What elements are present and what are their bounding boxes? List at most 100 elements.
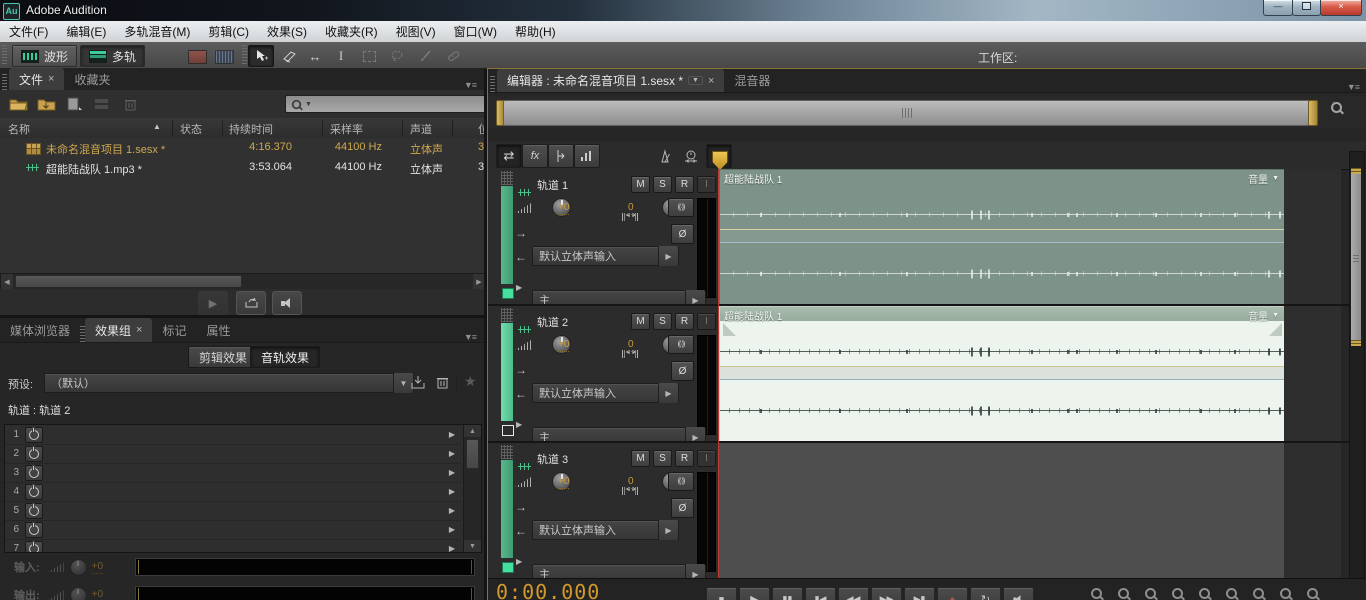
pan-value[interactable]: 0 [628,202,634,215]
track-minimize-box[interactable] [502,425,514,436]
tab-mixer[interactable]: 混音器 [724,69,780,92]
zoom-handle-bottom[interactable] [1351,340,1361,346]
column-divider[interactable] [222,120,223,136]
panel-menu-icon[interactable]: ▼≡ [464,80,476,90]
pan-envelope-line[interactable] [720,379,1285,380]
waveform-display-button[interactable] [211,46,237,68]
scrollbar-thumb[interactable] [15,275,242,288]
track3-empty-lane[interactable] [719,443,1284,578]
play-button[interactable]: ▶ [739,587,770,600]
editor-dropdown-icon[interactable]: ▼ [688,76,703,85]
favorite-star-icon[interactable]: ★ [464,373,477,390]
tab-markers[interactable]: 标记 [152,318,196,342]
col-duration[interactable]: 持续时间 [229,121,273,137]
scroll-down-icon[interactable]: ▼ [464,540,481,552]
mute-button[interactable]: M [631,313,650,330]
slot-menu-arrow-icon[interactable]: ▶ [449,525,455,534]
sum-to-mono-button[interactable]: ((·)) [668,198,694,217]
editor-vertical-scrollbar[interactable] [1349,151,1365,580]
rewind-button[interactable]: ◀◀ [838,587,869,600]
pan-envelope-line[interactable] [720,242,1285,243]
col-status[interactable]: 状态 [180,121,202,137]
slot-power-button[interactable] [25,446,43,462]
effect-slot-row[interactable]: 2▶ [5,444,461,464]
delete-preset-button[interactable] [430,372,454,392]
volume-value[interactable]: +0 [558,202,569,215]
column-divider[interactable] [172,120,173,136]
sum-to-mono-button[interactable]: ((·)) [668,472,694,491]
close-icon[interactable]: × [48,73,54,85]
waveform-view-button[interactable]: 波形 [12,45,77,67]
menu-favorites[interactable]: 收藏夹(R) [316,22,387,42]
zoom-handle-top[interactable] [1351,168,1361,174]
loop-playback-button[interactable]: ↻ [970,587,1001,600]
navigator-thumb[interactable] [503,100,1310,126]
track1-empty-area[interactable] [1284,169,1341,304]
menu-effects[interactable]: 效果(S) [258,22,316,42]
delete-file-button[interactable] [118,94,142,114]
phase-invert-button[interactable]: Ø [671,361,694,381]
ibeam-tool-button[interactable]: I [328,45,354,67]
auto-play-button[interactable] [236,291,266,315]
column-divider[interactable] [402,120,403,136]
files-search-input[interactable]: ▼ [285,95,484,113]
zoom-navigate-button[interactable]: ¦ [1331,102,1347,116]
effect-slot-row[interactable]: 3▶ [5,463,461,483]
scroll-right-icon[interactable]: ▶ [473,274,484,289]
track2-clip-selected[interactable]: 超能陆战队 1 音量▼ [719,306,1286,443]
menu-view[interactable]: 视图(V) [387,22,445,42]
automation-expand-icon[interactable]: ▶ [516,283,522,292]
close-icon[interactable]: × [708,75,714,87]
multitrack-view-button[interactable]: 多轨 [80,45,145,67]
track2-empty-area[interactable] [1284,306,1341,441]
sum-to-mono-button[interactable]: ((·)) [668,335,694,354]
marquee-tool-button[interactable] [356,45,382,67]
tab-properties[interactable]: 属性 [196,318,240,342]
column-divider[interactable] [322,120,323,136]
time-selection-tool-button[interactable]: ↔ [302,45,328,67]
track1-clip[interactable]: 超能陆战队 1 音量▼ [719,169,1286,306]
zoom-vertical-button[interactable] [1192,588,1216,599]
tab-files[interactable]: 文件 × [9,68,64,90]
track-effects-button[interactable]: 音轨效果 [250,346,320,368]
insert-into-multitrack-button[interactable] [90,94,114,114]
track3-color-strip[interactable] [501,445,513,576]
fx-toggle-button[interactable]: fx [522,144,548,168]
close-icon[interactable]: × [136,324,142,336]
column-divider[interactable] [452,120,453,136]
chevron-down-icon[interactable]: ▼ [1272,312,1279,319]
track-name[interactable]: 轨道 3 [537,451,568,467]
preset-dropdown[interactable]: （默认） ▼ [44,373,414,393]
scrollbar-thumb[interactable] [466,439,479,469]
time-display[interactable]: 0:00.000 [496,580,600,600]
save-preset-button[interactable] [406,372,430,392]
volume-value[interactable]: +0 [558,339,569,352]
mute-button[interactable]: M [631,450,650,467]
zoom-out-horizontal-button[interactable] [1165,588,1189,599]
menu-multitrack[interactable]: 多轨混音(M) [115,22,199,42]
zoom-out-point-button[interactable] [1111,588,1135,599]
slot-menu-arrow-icon[interactable]: ▶ [449,449,455,458]
slot-power-button[interactable] [25,503,43,519]
pause-button[interactable]: ▮▮ [772,587,803,600]
new-file-button[interactable] [62,94,86,114]
phase-invert-button[interactable]: Ø [671,498,694,518]
tab-favorites[interactable]: 收藏夹 [64,68,120,90]
preview-play-button[interactable]: ▶ [198,291,228,315]
split-automation-button[interactable] [548,144,574,168]
effect-slot-row[interactable]: 4▶ [5,482,461,502]
col-name[interactable]: 名称 [8,121,30,137]
automation-expand-icon[interactable]: ▶ [516,420,522,429]
record-arm-button[interactable]: R [675,450,694,467]
menu-file[interactable]: 文件(F) [0,22,57,42]
slot-menu-arrow-icon[interactable]: ▶ [449,544,455,553]
toggle-clip-keyframe-button[interactable]: ⇄ [496,144,522,168]
zoom-out-button[interactable] [1273,588,1297,599]
track-input-dropdown[interactable]: 默认立体声输入 ▶ [532,246,679,266]
solo-button[interactable]: S [653,313,672,330]
skip-selection-button[interactable] [678,144,704,168]
skip-to-end-button[interactable]: ▶▮ [904,587,935,600]
tab-editor[interactable]: 编辑器 : 未命名混音项目 1.sesx * ▼ × [497,69,724,92]
sort-ascending-icon[interactable]: ▲ [153,122,161,131]
track-minimize-box[interactable] [502,288,514,299]
